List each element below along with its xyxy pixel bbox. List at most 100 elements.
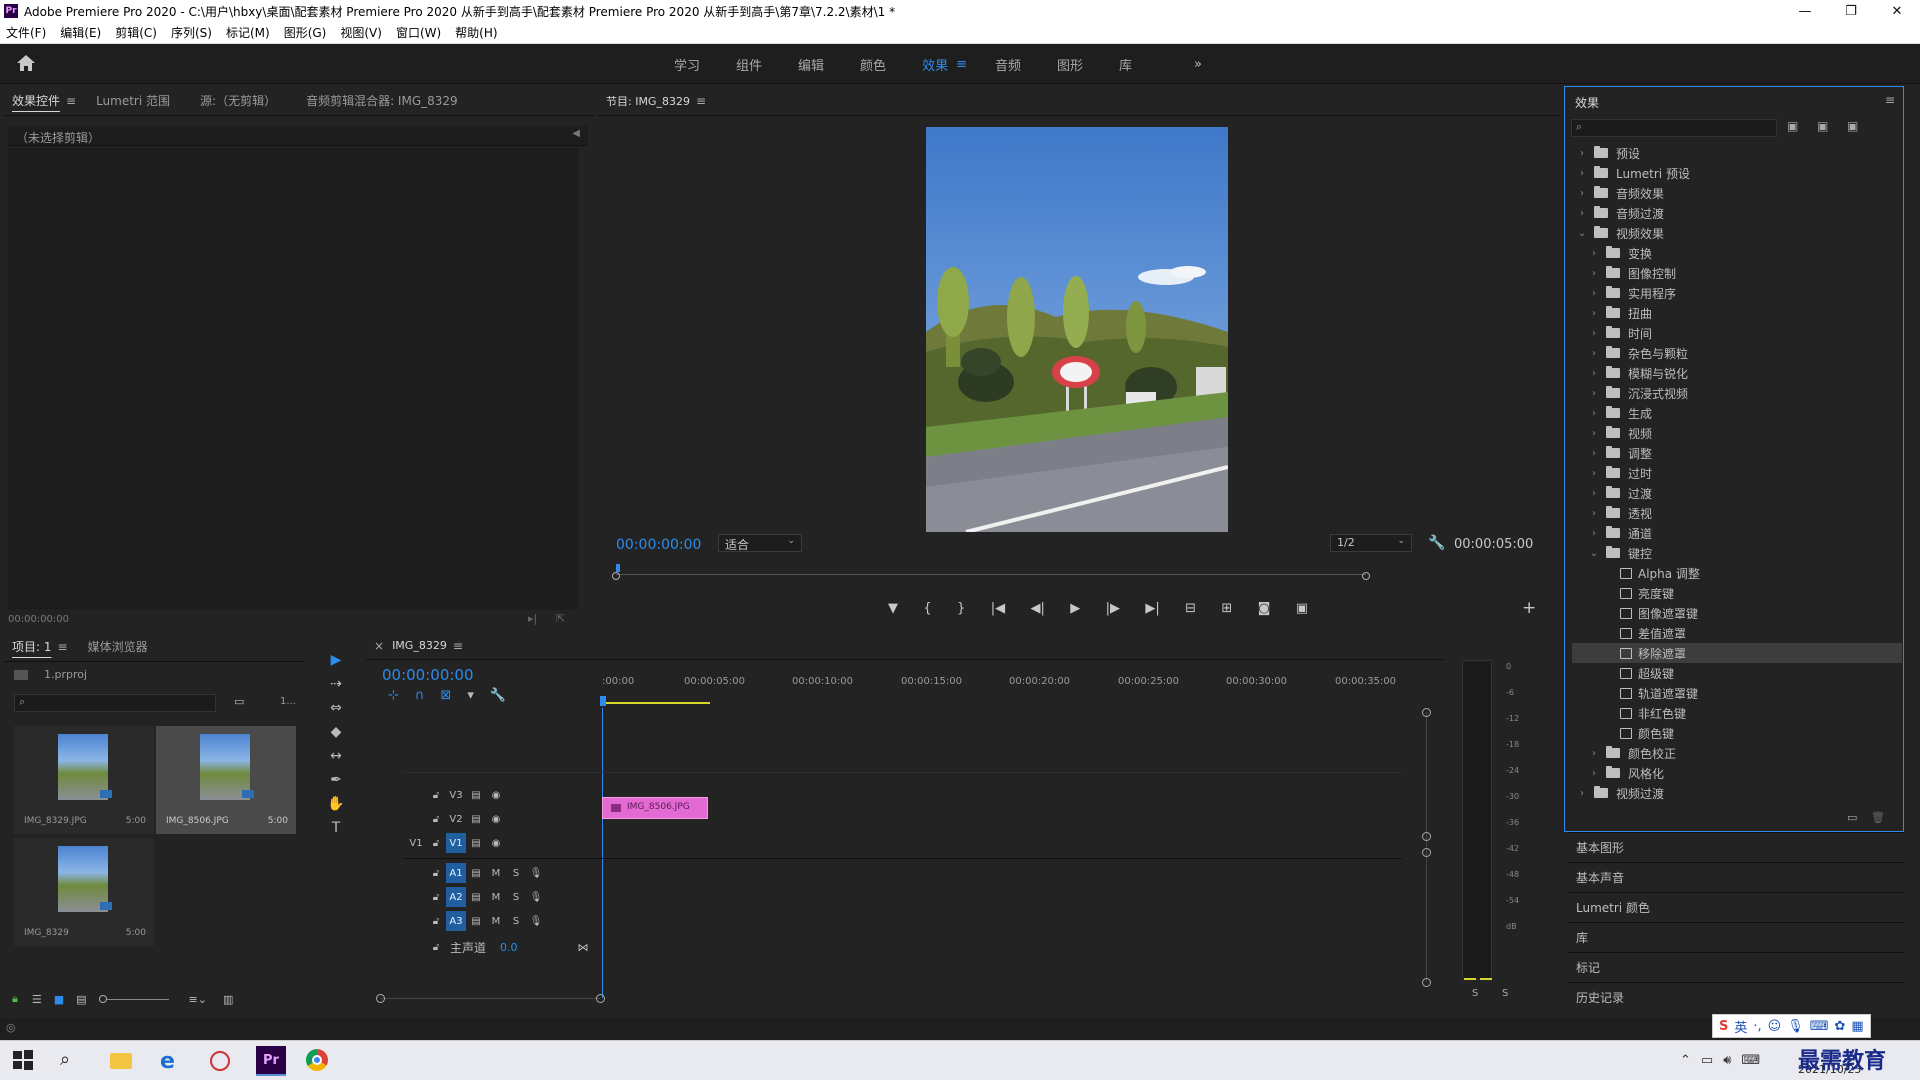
effects-folder[interactable]: ⌄ 视频效果 xyxy=(1572,223,1902,243)
lift-icon[interactable]: ⊟ xyxy=(1185,601,1196,621)
export-icon[interactable]: ⇱ xyxy=(556,612,565,625)
tab-lumetri-scopes[interactable]: Lumetri 范围 xyxy=(96,92,170,109)
sogou-icon[interactable]: S xyxy=(1719,1019,1728,1034)
menu-sequence[interactable]: 序列(S) xyxy=(171,24,212,41)
essential-graphics-panel[interactable]: 基本图形 xyxy=(1568,832,1904,862)
effects-folder[interactable]: › 生成 xyxy=(1572,403,1902,423)
effects-folder[interactable]: › 实用程序 xyxy=(1572,283,1902,303)
chevron-right-icon[interactable]: › xyxy=(1588,768,1600,779)
lock-icon[interactable]: 🔓︎ xyxy=(426,809,446,829)
effect-item[interactable]: 轨道遮罩键 xyxy=(1572,683,1902,703)
playhead-handle[interactable] xyxy=(600,696,606,706)
add-marker-icon[interactable]: ▼ xyxy=(888,601,898,621)
chevron-right-icon[interactable]: › xyxy=(1588,528,1600,539)
effects-folder[interactable]: › 模糊与锐化 xyxy=(1572,363,1902,383)
effect-item[interactable]: 图像遮罩键 xyxy=(1572,603,1902,623)
track-label[interactable]: V2 xyxy=(446,809,466,829)
mic-icon[interactable]: 🎙︎ xyxy=(526,911,546,931)
chevron-right-icon[interactable]: › xyxy=(1576,208,1588,219)
essential-sound-panel[interactable]: 基本声音 xyxy=(1568,862,1904,892)
chevron-right-icon[interactable]: › xyxy=(1576,188,1588,199)
skin-icon[interactable]: ✿ xyxy=(1835,1019,1846,1034)
chevron-right-icon[interactable]: › xyxy=(1588,248,1600,259)
menu-clip[interactable]: 剪辑(C) xyxy=(115,24,157,41)
mute-button[interactable]: M xyxy=(486,863,506,883)
ime-language[interactable]: 英 xyxy=(1734,1017,1747,1036)
menu-help[interactable]: 帮助(H) xyxy=(455,24,497,41)
lock-icon[interactable]: 🔓︎ xyxy=(426,785,446,805)
chevron-right-icon[interactable]: › xyxy=(1588,268,1600,279)
delete-icon[interactable]: 🗑︎ xyxy=(1871,811,1885,824)
timeline-menu-icon[interactable]: ≡ xyxy=(453,639,463,653)
close-window-button[interactable]: ✕ xyxy=(1874,0,1920,22)
comparison-view-icon[interactable]: ▣ xyxy=(1296,601,1308,621)
effects-search-input[interactable]: ⌕ xyxy=(1571,119,1777,137)
ime-mic-icon[interactable]: 🎙︎ xyxy=(1787,1019,1804,1034)
program-menu-icon[interactable]: ≡ xyxy=(696,94,706,108)
workspace-color[interactable]: 颜色 xyxy=(860,55,886,74)
razor-tool-icon[interactable]: ◆ xyxy=(331,724,342,740)
track-label[interactable]: V1 xyxy=(446,833,466,853)
add-button-icon[interactable]: + xyxy=(1522,598,1536,618)
effects-folder[interactable]: › 音频效果 xyxy=(1572,183,1902,203)
mic-icon[interactable]: 🎙︎ xyxy=(526,887,546,907)
menu-file[interactable]: 文件(F) xyxy=(6,24,46,41)
workspace-libraries[interactable]: 库 xyxy=(1119,55,1132,74)
32bit-effects-icon[interactable]: ▣ xyxy=(1817,119,1828,133)
tab-source[interactable]: 源:（无剪辑） xyxy=(200,92,276,109)
track-label[interactable]: A3 xyxy=(446,911,466,931)
mark-out-icon[interactable]: } xyxy=(957,601,965,621)
timeline-settings-icon[interactable]: 🔧 xyxy=(490,688,506,703)
freeform-view-icon[interactable]: ▤ xyxy=(76,993,86,1006)
lock-icon[interactable]: 🔓︎ xyxy=(426,863,446,883)
zoom-slider[interactable] xyxy=(98,994,169,1003)
go-to-in-icon[interactable]: |◀ xyxy=(991,601,1005,621)
track-label[interactable]: A1 xyxy=(446,863,466,883)
lock-icon[interactable]: 🔓︎ xyxy=(426,937,446,957)
menu-edit[interactable]: 编辑(E) xyxy=(60,24,101,41)
chevron-down-icon[interactable]: ⌄ xyxy=(1588,548,1600,559)
lock-icon[interactable]: 🔓︎ xyxy=(426,911,446,931)
sync-lock-icon[interactable]: ▤ xyxy=(466,785,486,805)
project-item[interactable]: IMG_8329.JPG 5:00 xyxy=(14,726,154,834)
effects-folder[interactable]: › 时间 xyxy=(1572,323,1902,343)
workspace-effects[interactable]: 效果 xyxy=(922,55,948,74)
effect-item[interactable]: 非红色键 xyxy=(1572,703,1902,723)
eye-icon[interactable]: ◉ xyxy=(486,833,506,853)
vertical-scrollbar[interactable] xyxy=(1426,712,1427,982)
fit-dropdown[interactable]: 适合 ⌄ xyxy=(718,534,802,552)
history-panel[interactable]: 历史记录 xyxy=(1568,982,1904,1012)
tab-media-browser[interactable]: 媒体浏览器 xyxy=(88,638,148,655)
tab-audio-clip-mixer[interactable]: 音频剪辑混合器: IMG_8329 xyxy=(306,92,458,109)
project-menu-icon[interactable]: ≡ xyxy=(58,640,68,654)
program-playhead-timecode[interactable]: 00:00:00:00 xyxy=(616,537,701,553)
mark-in-icon[interactable]: { xyxy=(923,601,931,621)
chevron-right-icon[interactable]: › xyxy=(1588,368,1600,379)
filter-icon[interactable]: ▸| xyxy=(528,612,537,625)
go-to-out-icon[interactable]: ▶| xyxy=(1145,601,1159,621)
chevron-right-icon[interactable]: › xyxy=(1588,428,1600,439)
maximize-button[interactable]: ❐ xyxy=(1828,0,1874,22)
solo-button[interactable]: S xyxy=(506,911,526,931)
ime-punctuation-icon[interactable]: ·, xyxy=(1753,1019,1761,1034)
chevron-right-icon[interactable]: › xyxy=(1588,408,1600,419)
effects-folder[interactable]: ⌄ 键控 xyxy=(1572,543,1902,563)
sync-lock-icon[interactable]: ▤ xyxy=(466,809,486,829)
horizontal-scrollbar[interactable] xyxy=(380,998,600,999)
master-expand-icon[interactable]: ⋈ xyxy=(578,941,589,954)
chevron-down-icon[interactable]: ⌄ xyxy=(1576,228,1588,239)
effect-item[interactable]: 亮度键 xyxy=(1572,583,1902,603)
snap-icon[interactable]: ∩ xyxy=(415,688,425,703)
mute-button[interactable]: M xyxy=(486,887,506,907)
keyboard-icon[interactable]: ⌨ xyxy=(1810,1019,1829,1034)
eye-icon[interactable]: ◉ xyxy=(486,809,506,829)
effects-folder[interactable]: › 杂色与颗粒 xyxy=(1572,343,1902,363)
effect-item[interactable]: Alpha 调整 xyxy=(1572,563,1902,583)
new-bin-icon[interactable]: ▭ xyxy=(1847,811,1857,824)
nest-icon[interactable]: ⊹ xyxy=(388,688,399,703)
solo-right-button[interactable]: S xyxy=(1502,988,1508,999)
workspace-graphics[interactable]: 图形 xyxy=(1057,55,1083,74)
menu-window[interactable]: 窗口(W) xyxy=(396,24,441,41)
workspace-assembly[interactable]: 组件 xyxy=(736,55,762,74)
chevron-right-icon[interactable]: › xyxy=(1588,488,1600,499)
